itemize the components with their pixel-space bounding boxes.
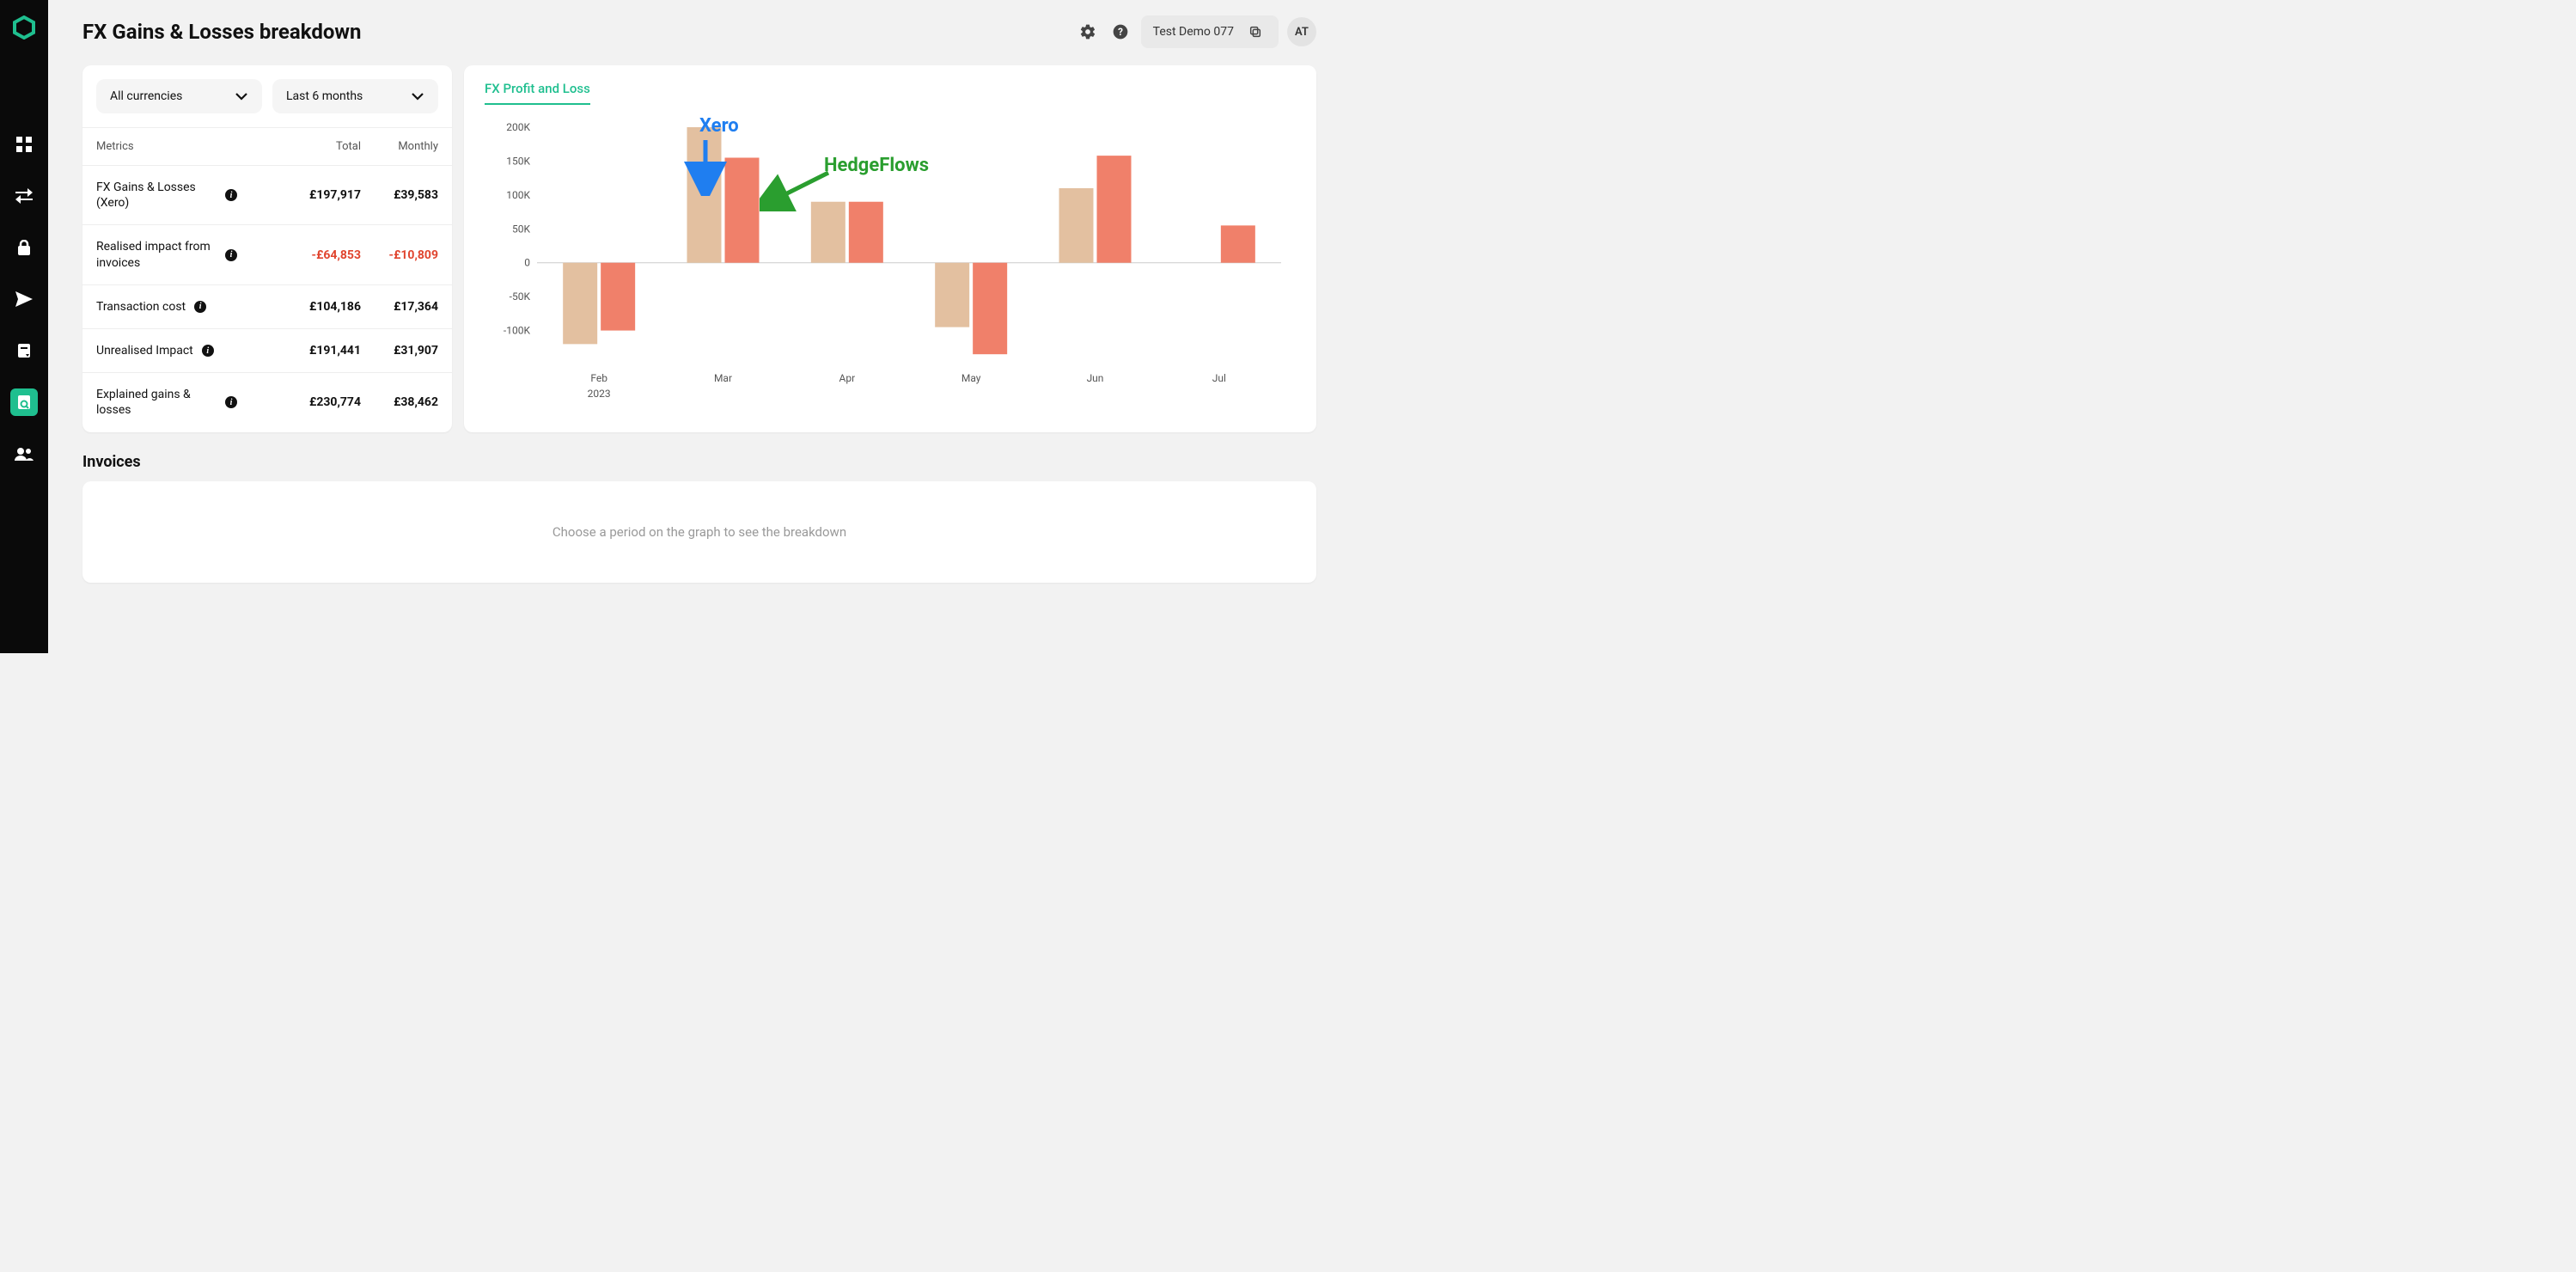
chart-bar[interactable] <box>1097 156 1132 263</box>
metric-row: Transaction cost i £104,186£17,364 <box>82 285 452 329</box>
svg-text:100K: 100K <box>506 189 530 201</box>
main-content: FX Gains & Losses breakdown ? Test Demo … <box>48 0 1340 653</box>
metric-label: FX Gains & Losses (Xero) i <box>96 180 284 211</box>
metric-label: Unrealised Impact i <box>96 343 284 358</box>
chart-bar[interactable] <box>811 202 845 263</box>
invoices-placeholder: Choose a period on the graph to see the … <box>552 524 846 540</box>
metrics-col-label: Metrics <box>96 140 284 153</box>
chart-area[interactable]: -100K -50K 0 50K 100K 150K 200K Feb 2023 Mar Apr Ma… <box>485 110 1296 402</box>
metric-row: Explained gains & losses i £230,774£38,462 <box>82 373 452 431</box>
svg-text:-50K: -50K <box>510 290 531 303</box>
svg-text:Apr: Apr <box>839 372 856 384</box>
metric-monthly: £38,462 <box>361 395 438 409</box>
currency-dropdown[interactable]: All currencies <box>96 79 262 113</box>
invoices-panel: Choose a period on the graph to see the … <box>82 481 1316 583</box>
svg-text:200K: 200K <box>506 121 530 133</box>
org-name: Test Demo 077 <box>1153 25 1234 39</box>
chart-bar[interactable] <box>687 127 722 263</box>
nav-document-icon[interactable] <box>10 337 38 364</box>
svg-text:Jun: Jun <box>1087 372 1104 384</box>
metric-label: Realised impact from invoices i <box>96 239 284 270</box>
svg-text:2023: 2023 <box>588 388 611 400</box>
svg-text:?: ? <box>1118 26 1123 38</box>
nav-lock-icon[interactable] <box>10 234 38 261</box>
metric-monthly: £17,364 <box>361 300 438 314</box>
metrics-panel: All currencies Last 6 months Metrics Tot… <box>82 65 452 432</box>
chart-tab[interactable]: FX Profit and Loss <box>485 81 590 105</box>
bar-chart[interactable]: -100K -50K 0 50K 100K 150K 200K Feb 2023 Mar Apr Ma… <box>485 110 1296 402</box>
metrics-col-total: Total <box>284 140 361 153</box>
metric-label: Transaction cost i <box>96 299 284 315</box>
logo-icon <box>12 15 36 40</box>
chart-bar[interactable] <box>973 263 1007 354</box>
nav-report-icon[interactable] <box>10 388 38 416</box>
chart-bar[interactable] <box>849 202 883 263</box>
chart-bar[interactable] <box>601 263 635 331</box>
metric-monthly: -£10,809 <box>361 248 438 262</box>
chart-bar[interactable] <box>935 263 969 327</box>
metric-total: £230,774 <box>284 395 361 409</box>
svg-text:0: 0 <box>524 257 530 269</box>
svg-text:150K: 150K <box>506 155 530 167</box>
metric-label-text: Unrealised Impact <box>96 343 193 358</box>
settings-icon[interactable] <box>1076 20 1100 44</box>
info-icon[interactable]: i <box>202 345 214 357</box>
sidebar <box>0 0 48 653</box>
metric-label-text: Transaction cost <box>96 299 186 315</box>
chevron-down-icon <box>235 89 248 103</box>
invoices-title: Invoices <box>82 453 1316 471</box>
svg-text:May: May <box>961 372 981 384</box>
metric-label-text: Explained gains & losses <box>96 387 217 418</box>
svg-text:50K: 50K <box>512 223 530 235</box>
copy-icon[interactable] <box>1244 21 1267 43</box>
topbar-right: ? Test Demo 077 AT <box>1076 15 1316 48</box>
chart-bar[interactable] <box>1059 188 1094 263</box>
chart-bar[interactable] <box>725 157 760 262</box>
nav-users-icon[interactable] <box>10 440 38 468</box>
info-icon[interactable]: i <box>194 301 206 313</box>
avatar[interactable]: AT <box>1287 17 1316 46</box>
help-icon[interactable]: ? <box>1108 20 1132 44</box>
filters-row: All currencies Last 6 months <box>82 65 452 128</box>
chart-bar[interactable] <box>1221 225 1255 262</box>
metric-label-text: Realised impact from invoices <box>96 239 217 270</box>
nav-send-icon[interactable] <box>10 285 38 313</box>
metric-label: Explained gains & losses i <box>96 387 284 418</box>
metric-row: Realised impact from invoices i -£64,853-£… <box>82 225 452 284</box>
info-icon[interactable]: i <box>225 396 237 408</box>
metric-monthly: £39,583 <box>361 188 438 202</box>
metric-total: -£64,853 <box>284 248 361 262</box>
metrics-header: Metrics Total Monthly <box>82 128 452 166</box>
metric-total: £104,186 <box>284 300 361 314</box>
svg-text:Feb: Feb <box>590 372 607 384</box>
currency-dropdown-label: All currencies <box>110 89 182 103</box>
metric-total: £191,441 <box>284 344 361 358</box>
chart-panel: FX Profit and Loss -100K -50K 0 50K 100K 150K… <box>464 65 1316 432</box>
metric-row: Unrealised Impact i £191,441£31,907 <box>82 329 452 373</box>
chart-bar[interactable] <box>563 263 597 345</box>
svg-text:-100K: -100K <box>504 325 531 337</box>
nav-dashboard-icon[interactable] <box>10 131 38 158</box>
metric-label-text: FX Gains & Losses (Xero) <box>96 180 217 211</box>
info-icon[interactable]: i <box>225 249 237 261</box>
svg-text:Jul: Jul <box>1212 372 1226 384</box>
period-dropdown-label: Last 6 months <box>286 89 363 103</box>
chevron-down-icon <box>411 89 424 103</box>
svg-text:Mar: Mar <box>714 372 732 384</box>
topbar: FX Gains & Losses breakdown ? Test Demo … <box>82 15 1316 48</box>
nav-transfers-icon[interactable] <box>10 182 38 210</box>
info-icon[interactable]: i <box>225 189 237 201</box>
period-dropdown[interactable]: Last 6 months <box>272 79 438 113</box>
metric-total: £197,917 <box>284 188 361 202</box>
metric-monthly: £31,907 <box>361 344 438 358</box>
org-selector[interactable]: Test Demo 077 <box>1141 15 1279 48</box>
metrics-col-monthly: Monthly <box>361 140 438 153</box>
page-title: FX Gains & Losses breakdown <box>82 20 361 44</box>
metric-row: FX Gains & Losses (Xero) i £197,917£39,583 <box>82 166 452 225</box>
